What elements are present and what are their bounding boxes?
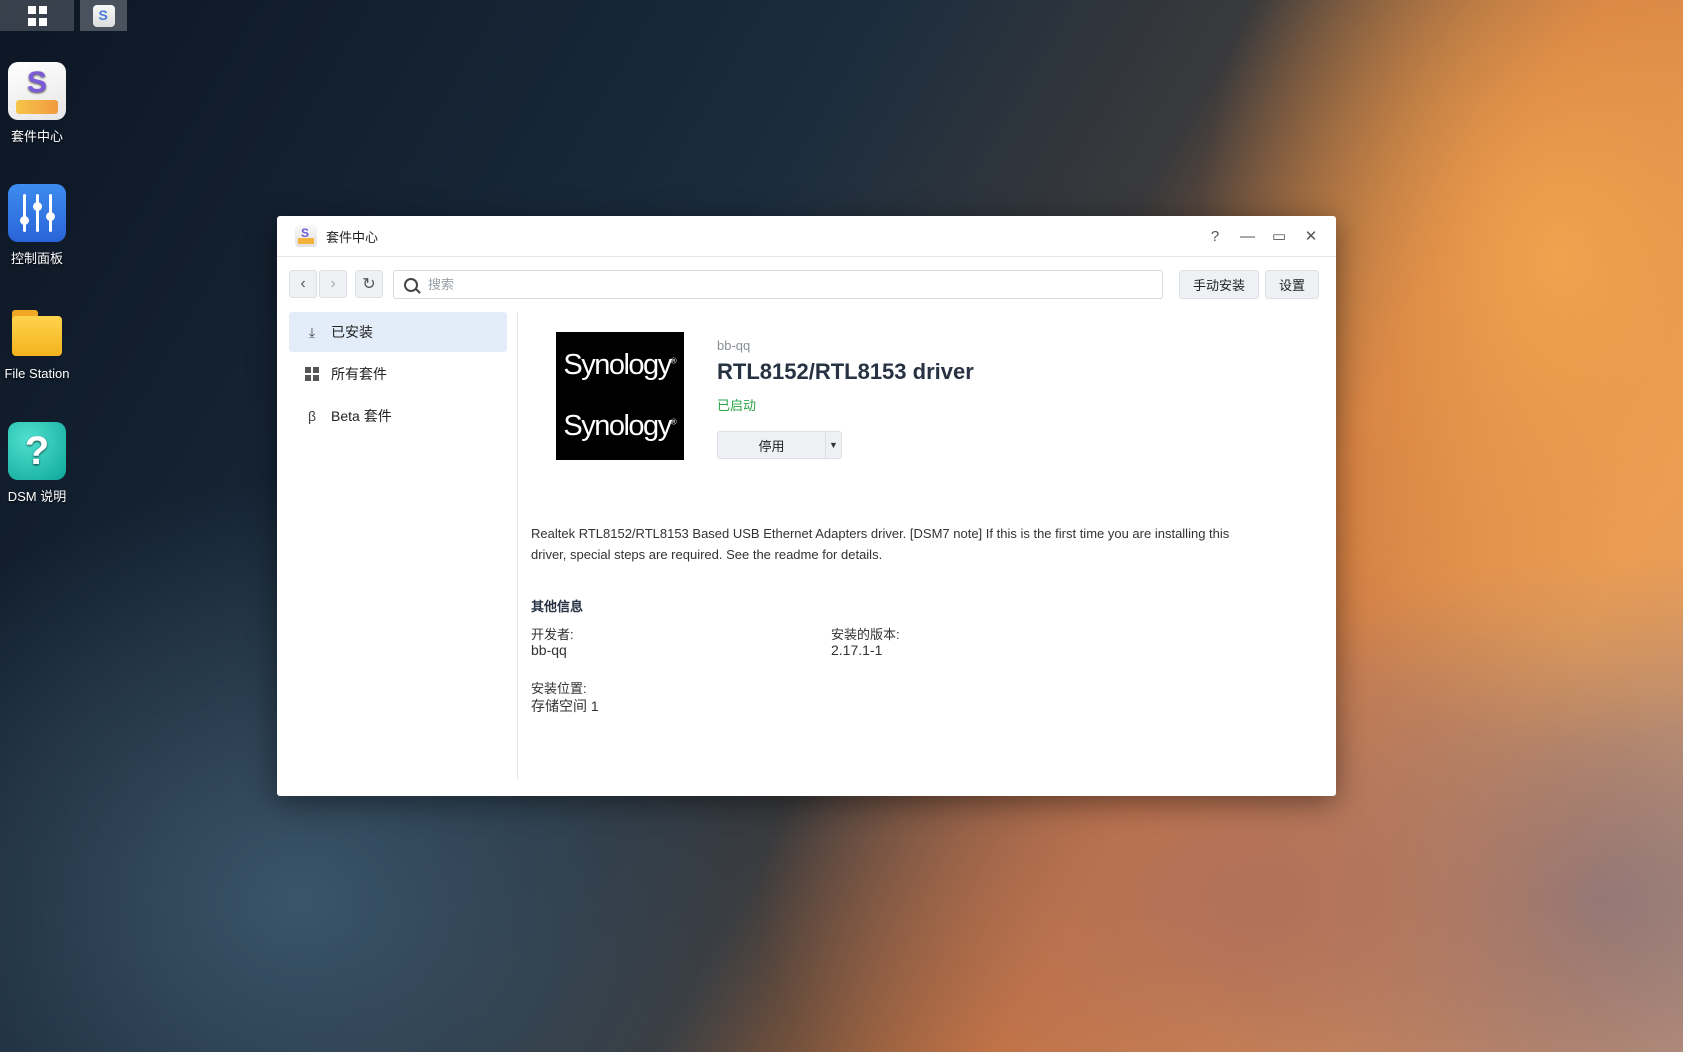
sidebar-item-label: 所有套件 <box>331 366 387 382</box>
sidebar-item-label: Beta 套件 <box>331 408 392 424</box>
beta-icon: β <box>307 408 317 424</box>
search-field[interactable] <box>393 270 1163 299</box>
taskbar-package-center[interactable] <box>80 0 127 31</box>
desktop-icon-label: 控制面板 <box>10 251 63 266</box>
control-panel-icon <box>8 184 66 242</box>
package-center-window: 套件中心 ? — ▭ ✕ ‹ › ↻ 手动安装 设置 ⤓ 已安装 所有套件 β … <box>277 216 1336 796</box>
package-status: 已启动 <box>717 398 757 413</box>
forward-button[interactable]: › <box>319 270 347 298</box>
search-icon <box>404 277 418 292</box>
caret-down-icon: ▼ <box>829 440 838 450</box>
sidebar-item-label: 已安装 <box>331 324 373 340</box>
package-center-icon <box>295 225 317 247</box>
package-description: Realtek RTL8152/RTL8153 Based USB Ethern… <box>531 526 1230 562</box>
back-button[interactable]: ‹ <box>289 270 317 298</box>
package-developer-link[interactable]: bb-qq <box>717 338 974 353</box>
sidebar-item-beta-packages[interactable]: β Beta 套件 <box>289 396 507 436</box>
desktop-icon-control-panel[interactable]: 控制面板 <box>0 184 74 267</box>
sidebar: ⤓ 已安装 所有套件 β Beta 套件 <box>289 312 507 438</box>
grid-icon <box>303 365 321 383</box>
chevron-right-icon: › <box>330 275 336 292</box>
package-center-icon: S <box>8 62 66 120</box>
desktop-icon-label: DSM 说明 <box>7 489 67 504</box>
logo-text: Synology® <box>563 349 677 381</box>
maximize-icon[interactable]: ▭ <box>1272 227 1286 245</box>
sidebar-item-all-packages[interactable]: 所有套件 <box>289 354 507 394</box>
desktop-icon-dsm-help[interactable]: ? DSM 说明 <box>0 422 74 505</box>
stop-button[interactable]: 停用 <box>717 431 825 459</box>
settings-button[interactable]: 设置 <box>1265 270 1319 299</box>
search-input[interactable] <box>426 276 1130 293</box>
window-titlebar[interactable]: 套件中心 ? — ▭ ✕ <box>277 216 1336 257</box>
desktop-icon-label: 套件中心 <box>10 129 63 144</box>
sidebar-item-installed[interactable]: ⤓ 已安装 <box>289 312 507 352</box>
manual-install-button[interactable]: 手动安装 <box>1179 270 1259 299</box>
package-name: RTL8152/RTL8153 driver <box>717 359 974 384</box>
divider <box>517 312 518 780</box>
version-label: 安装的版本: <box>831 627 900 642</box>
window-title: 套件中心 <box>326 229 379 245</box>
toolbar: ‹ › ↻ 手动安装 设置 <box>289 270 1324 300</box>
refresh-button[interactable]: ↻ <box>355 270 383 298</box>
close-icon[interactable]: ✕ <box>1304 227 1318 245</box>
chevron-left-icon: ‹ <box>300 275 306 292</box>
developer-label: 开发者: <box>531 627 574 642</box>
logo-text: Synology® <box>563 410 677 442</box>
grid-icon <box>27 5 47 27</box>
folder-icon <box>8 302 66 360</box>
refresh-icon: ↻ <box>362 276 376 293</box>
location-value: 存储空间 1 <box>531 698 599 714</box>
developer-value: bb-qq <box>531 642 567 658</box>
version-value: 2.17.1-1 <box>831 642 883 658</box>
desktop-icon-package-center[interactable]: S 套件中心 <box>0 62 74 145</box>
action-dropdown-button[interactable]: ▼ <box>825 431 842 459</box>
package-logo: Synology® Synology® <box>556 332 684 460</box>
help-icon[interactable]: ? <box>1208 228 1222 245</box>
download-icon: ⤓ <box>308 323 316 340</box>
minimize-icon[interactable]: — <box>1240 228 1255 245</box>
package-center-icon <box>92 4 115 27</box>
help-icon: ? <box>8 422 66 480</box>
desktop-icon-file-station[interactable]: File Station <box>0 302 74 381</box>
info-section-title: 其他信息 <box>531 599 584 614</box>
location-label: 安装位置: <box>531 681 587 696</box>
desktop-icon-label: File Station <box>4 366 70 381</box>
main-menu-button[interactable] <box>0 0 74 31</box>
